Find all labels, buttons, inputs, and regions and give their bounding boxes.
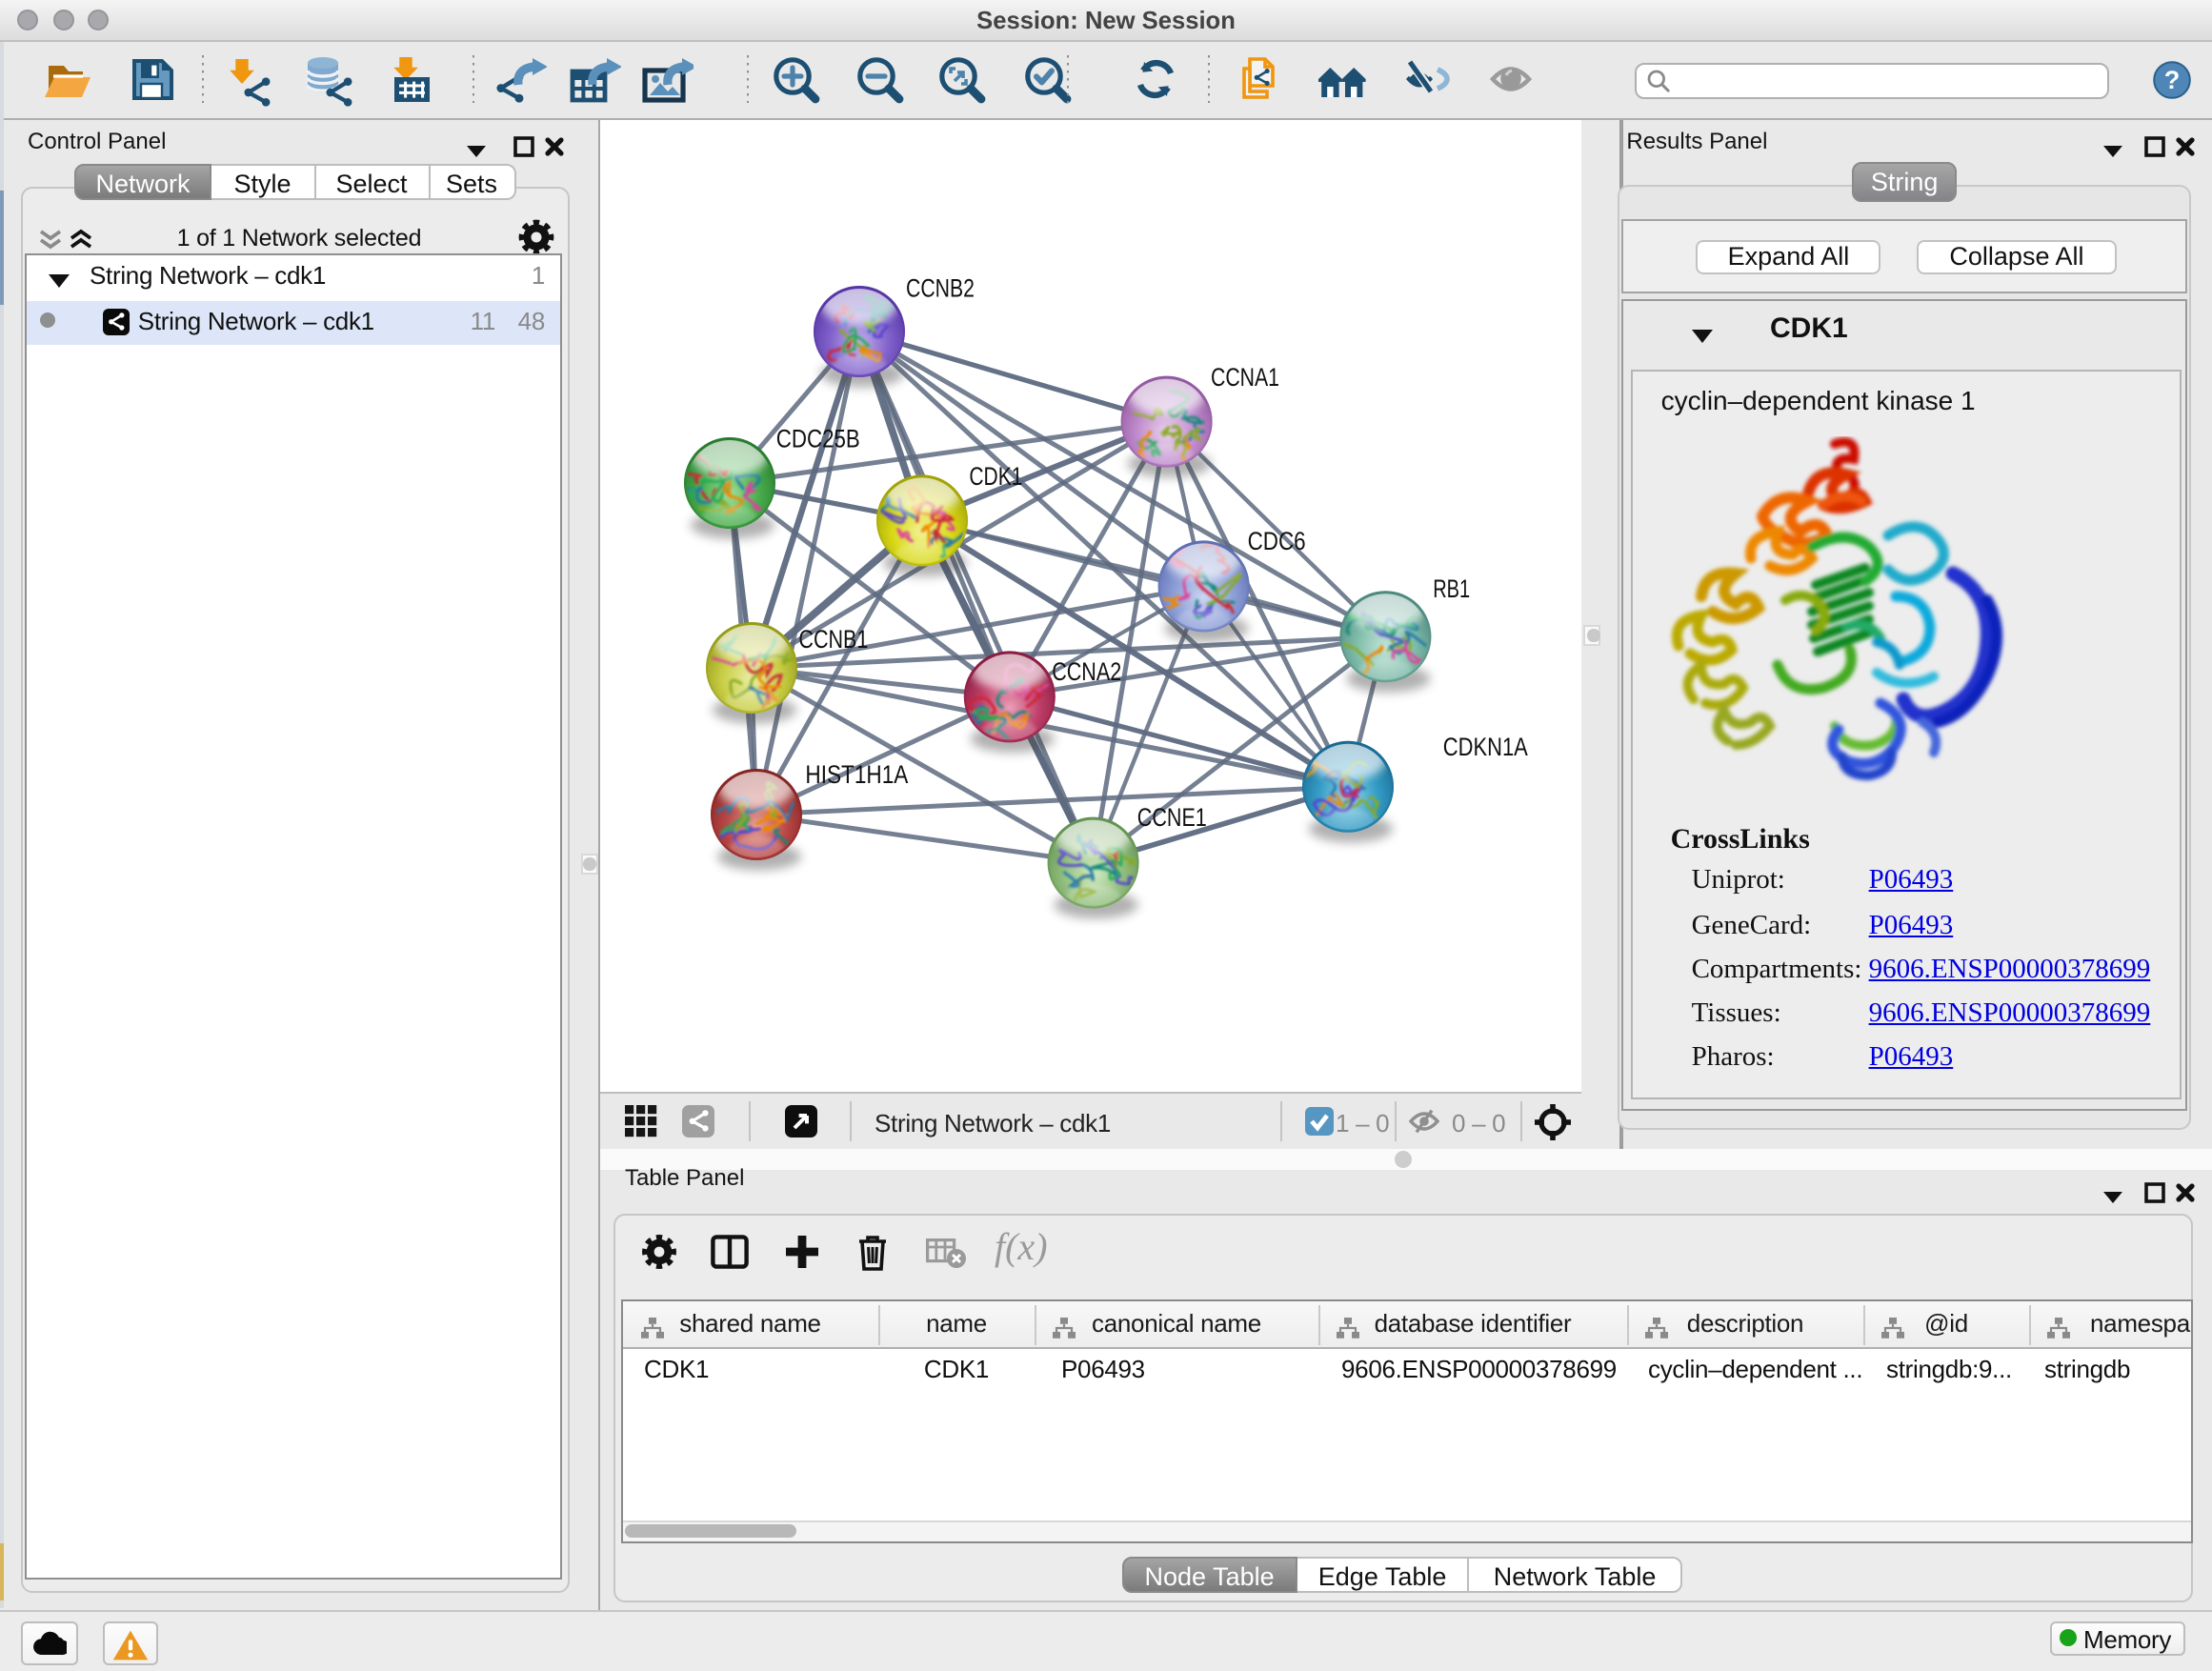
svg-text:CDC6: CDC6: [1248, 526, 1306, 554]
svg-text:CCNA2: CCNA2: [1052, 656, 1121, 685]
svg-text:CDKN1A: CDKN1A: [1443, 732, 1528, 760]
svg-text:CDC25B: CDC25B: [776, 423, 860, 452]
svg-text:CCNA1: CCNA1: [1211, 362, 1279, 391]
svg-text:HIST1H1A: HIST1H1A: [805, 759, 908, 788]
svg-text:CCNE1: CCNE1: [1137, 802, 1207, 831]
svg-text:?: ?: [2164, 65, 2181, 93]
svg-text:RB1: RB1: [1433, 574, 1470, 602]
svg-text:CCNB1: CCNB1: [798, 624, 868, 653]
svg-text:CDK1: CDK1: [969, 461, 1022, 490]
svg-text:CCNB2: CCNB2: [906, 273, 975, 302]
